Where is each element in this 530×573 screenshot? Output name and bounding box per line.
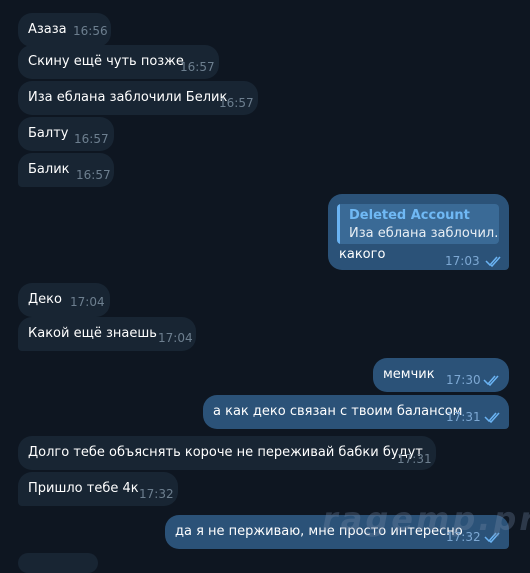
message-time: 16:56 [73, 24, 108, 38]
message-incoming[interactable]: Долго тебе объяснять короче не переживай… [18, 436, 436, 470]
message-text: мемчик [383, 367, 435, 382]
message-incoming[interactable]: Скину ещё чуть позже 16:57 [18, 45, 219, 79]
message-incoming[interactable]: Деко 17:04 [18, 283, 110, 317]
message-text: Деко [28, 292, 62, 307]
message-incoming-partial[interactable] [18, 553, 98, 573]
message-outgoing[interactable]: а как деко связан с твоим балансом 17:31 [203, 395, 509, 429]
reply-preview: Иза еблана заблочил... [349, 226, 499, 241]
message-time: 16:57 [219, 96, 254, 110]
message-incoming[interactable]: Балик 16:57 [18, 153, 114, 187]
message-incoming[interactable]: Иза еблана заблочили Белик 16:57 [18, 81, 258, 115]
watermark: ragemp.pro [322, 500, 530, 538]
message-text: какого [339, 247, 386, 262]
message-incoming[interactable]: Азаза 16:56 [18, 13, 111, 47]
message-text: Азаза [28, 22, 67, 37]
message-time: 16:57 [180, 60, 215, 74]
double-check-icon [485, 256, 501, 268]
double-check-icon [483, 375, 499, 387]
message-text: Балик [28, 162, 70, 177]
reply-bar [337, 204, 340, 244]
chat-screen: { "messages": [ {"text":"Азаза","time":"… [0, 0, 530, 573]
message-text: Балту [28, 126, 69, 141]
message-text: Скину ещё чуть позже [28, 54, 184, 69]
reply-author: Deleted Account [349, 208, 470, 223]
message-time: 17:04 [70, 295, 105, 309]
message-text: Пришло тебе 4к [28, 481, 139, 496]
reply-quote[interactable]: Deleted Account Иза еблана заблочил... [337, 204, 499, 244]
message-outgoing[interactable]: мемчик 17:30 [373, 358, 509, 392]
message-text: Иза еблана заблочили Белик [28, 90, 228, 105]
message-time: 17:31 [397, 452, 432, 466]
message-time: 17:30 [446, 373, 481, 387]
message-text: Долго тебе объяснять короче не переживай… [28, 445, 423, 460]
message-time: 16:57 [76, 168, 111, 182]
message-incoming[interactable]: Балту 16:57 [18, 117, 114, 151]
message-time: 17:32 [139, 487, 174, 501]
message-time: 17:03 [445, 254, 480, 268]
message-incoming[interactable]: Пришло тебе 4к 17:32 [18, 472, 178, 506]
message-text: а как деко связан с твоим балансом [213, 404, 463, 419]
message-time: 17:04 [158, 331, 193, 345]
message-time: 17:31 [446, 410, 481, 424]
message-incoming[interactable]: Какой ещё знаешь 17:04 [18, 317, 196, 351]
message-time: 16:57 [74, 132, 109, 146]
message-text: Какой ещё знаешь [28, 326, 157, 341]
message-outgoing-reply[interactable]: Deleted Account Иза еблана заблочил... к… [328, 194, 509, 270]
double-check-icon [484, 412, 500, 424]
